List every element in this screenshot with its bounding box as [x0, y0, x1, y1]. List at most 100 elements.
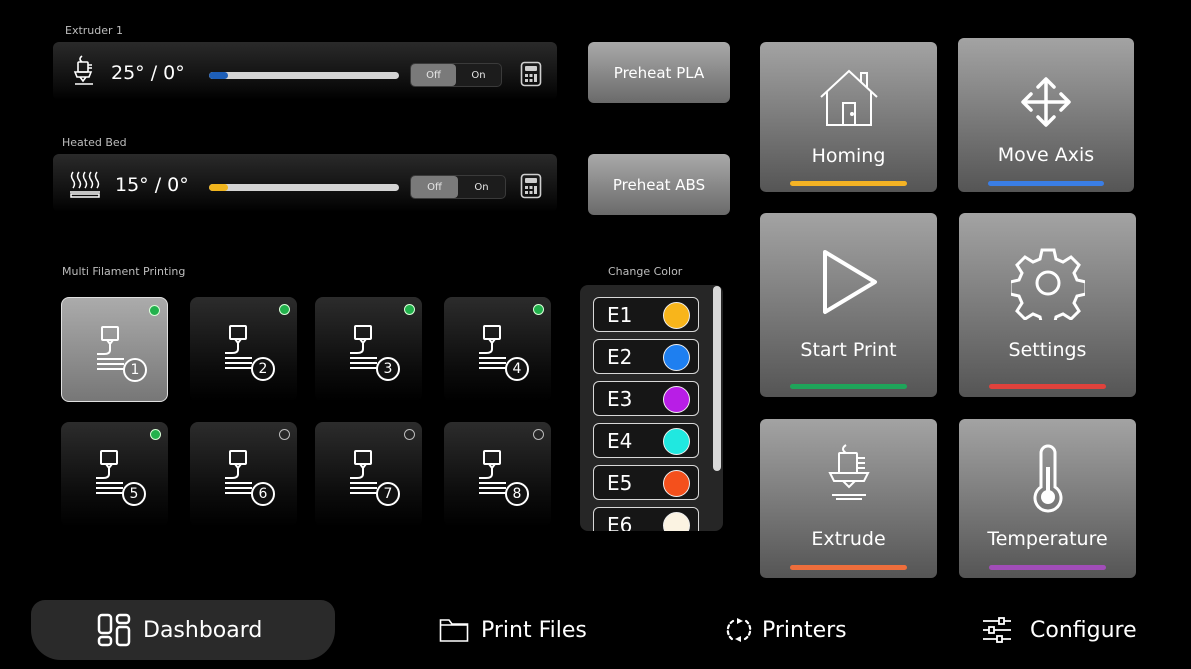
nav-configure[interactable]: Configure — [983, 600, 1137, 660]
status-dot — [533, 429, 544, 440]
color-swatch[interactable] — [663, 512, 690, 531]
slot-number: 6 — [251, 482, 275, 506]
status-dot — [149, 305, 160, 316]
extruder-slot[interactable]: 7 — [315, 422, 422, 527]
color-row-label: E3 — [607, 387, 633, 411]
settings-label: Settings — [1008, 339, 1087, 361]
extruder-slot[interactable]: 6 — [190, 422, 297, 527]
refresh-icon — [726, 618, 752, 642]
heated-bed-progress-bar — [209, 184, 399, 191]
calculator-icon[interactable] — [520, 61, 542, 87]
temperature-label: Temperature — [987, 528, 1108, 550]
color-row-label: E4 — [607, 429, 633, 453]
change-color-label: Change Color — [608, 265, 683, 278]
nav-dashboard-label: Dashboard — [143, 617, 263, 643]
color-row-label: E5 — [607, 471, 633, 495]
extruder-temperature: 25° / 0° — [111, 62, 185, 84]
color-row[interactable]: E3 — [593, 381, 699, 416]
thermometer-icon — [1033, 444, 1062, 513]
nav-dashboard[interactable]: Dashboard — [31, 600, 335, 660]
extruder-slot[interactable]: 3 — [315, 297, 422, 402]
sliders-icon — [983, 617, 1011, 643]
color-row-label: E1 — [607, 303, 633, 327]
color-row-label: E2 — [607, 345, 633, 369]
color-row-label: E6 — [607, 513, 633, 531]
start-print-label: Start Print — [800, 339, 897, 361]
color-row[interactable]: E2 — [593, 339, 699, 374]
slot-number: 5 — [122, 482, 146, 506]
extrude-accent-line — [790, 565, 907, 570]
heated-bed-toggle-off[interactable]: Off — [411, 176, 458, 198]
color-row[interactable]: E5 — [593, 465, 699, 500]
start-print-accent-line — [790, 384, 907, 389]
color-swatch[interactable] — [663, 386, 690, 413]
status-dot — [404, 304, 415, 315]
extruder-row: 25° / 0° Off On — [53, 42, 557, 100]
color-row[interactable]: E6 — [593, 507, 699, 531]
heated-bed-toggle-on[interactable]: On — [458, 176, 505, 198]
slot-number: 4 — [505, 357, 529, 381]
preheat-abs-button[interactable]: Preheat ABS — [588, 154, 730, 215]
temperature-tile[interactable]: Temperature — [959, 419, 1136, 578]
color-row[interactable]: E4 — [593, 423, 699, 458]
heated-bed-toggle[interactable]: Off On — [410, 175, 506, 199]
extruder-slot[interactable]: 2 — [190, 297, 297, 402]
color-list-scrollbar[interactable] — [713, 286, 721, 471]
extruder-progress-bar — [209, 72, 399, 79]
extruder-icon — [73, 55, 93, 85]
color-swatch[interactable] — [663, 344, 690, 371]
change-color-list[interactable]: E1 E2 E3 E4 E5 E6 — [580, 285, 723, 531]
gear-icon — [1010, 248, 1085, 320]
preheat-pla-button[interactable]: Preheat PLA — [588, 42, 730, 103]
nav-print-files[interactable]: Print Files — [439, 600, 587, 660]
nav-printers-label: Printers — [762, 617, 847, 643]
extruder-slot[interactable]: 8 — [444, 422, 551, 527]
extruder-icon — [827, 444, 870, 500]
heated-bed-progress-fill — [209, 184, 228, 191]
nav-configure-label: Configure — [1030, 617, 1137, 643]
move-axis-label: Move Axis — [997, 144, 1095, 166]
extruder-progress-fill — [209, 72, 228, 79]
heated-bed-temperature: 15° / 0° — [115, 174, 189, 196]
settings-tile[interactable]: Settings — [959, 213, 1136, 397]
status-dot — [279, 304, 290, 315]
color-row[interactable]: E1 — [593, 297, 699, 332]
calculator-icon[interactable] — [520, 173, 542, 199]
extrude-tile[interactable]: Extrude — [760, 419, 937, 578]
extruder-slot[interactable]: 5 — [61, 422, 168, 527]
extrude-label: Extrude — [811, 528, 886, 550]
move-axis-accent-line — [988, 181, 1104, 186]
extruder-slot[interactable]: 1 — [61, 297, 168, 402]
folder-icon — [439, 619, 469, 642]
status-dot — [404, 429, 415, 440]
heated-bed-row: 15° / 0° Off On — [53, 154, 557, 212]
house-icon — [819, 69, 878, 126]
slot-number: 7 — [376, 482, 400, 506]
move-axis-tile[interactable]: Move Axis — [958, 38, 1134, 192]
color-swatch[interactable] — [663, 470, 690, 497]
settings-accent-line — [989, 384, 1106, 389]
slot-number: 8 — [505, 482, 529, 506]
status-dot — [279, 429, 290, 440]
extruder-slot[interactable]: 4 — [444, 297, 551, 402]
homing-tile[interactable]: Homing — [760, 42, 937, 192]
status-dot — [533, 304, 544, 315]
move-arrows-icon — [1021, 77, 1071, 127]
homing-label: Homing — [811, 145, 886, 167]
homing-accent-line — [790, 181, 907, 186]
slot-number: 2 — [251, 357, 275, 381]
color-swatch[interactable] — [663, 302, 690, 329]
extruder-toggle[interactable]: Off On — [410, 63, 502, 87]
play-icon — [822, 250, 877, 314]
status-dot — [150, 429, 161, 440]
extruder-toggle-off[interactable]: Off — [411, 64, 456, 86]
start-print-tile[interactable]: Start Print — [760, 213, 937, 397]
slot-number: 3 — [376, 357, 400, 381]
nav-printers[interactable]: Printers — [724, 600, 847, 660]
color-swatch[interactable] — [663, 428, 690, 455]
extruder-label: Extruder 1 — [65, 24, 124, 37]
heated-bed-icon — [70, 171, 100, 198]
multi-filament-label: Multi Filament Printing — [62, 265, 186, 278]
slot-number: 1 — [123, 358, 147, 382]
extruder-toggle-on[interactable]: On — [456, 64, 501, 86]
